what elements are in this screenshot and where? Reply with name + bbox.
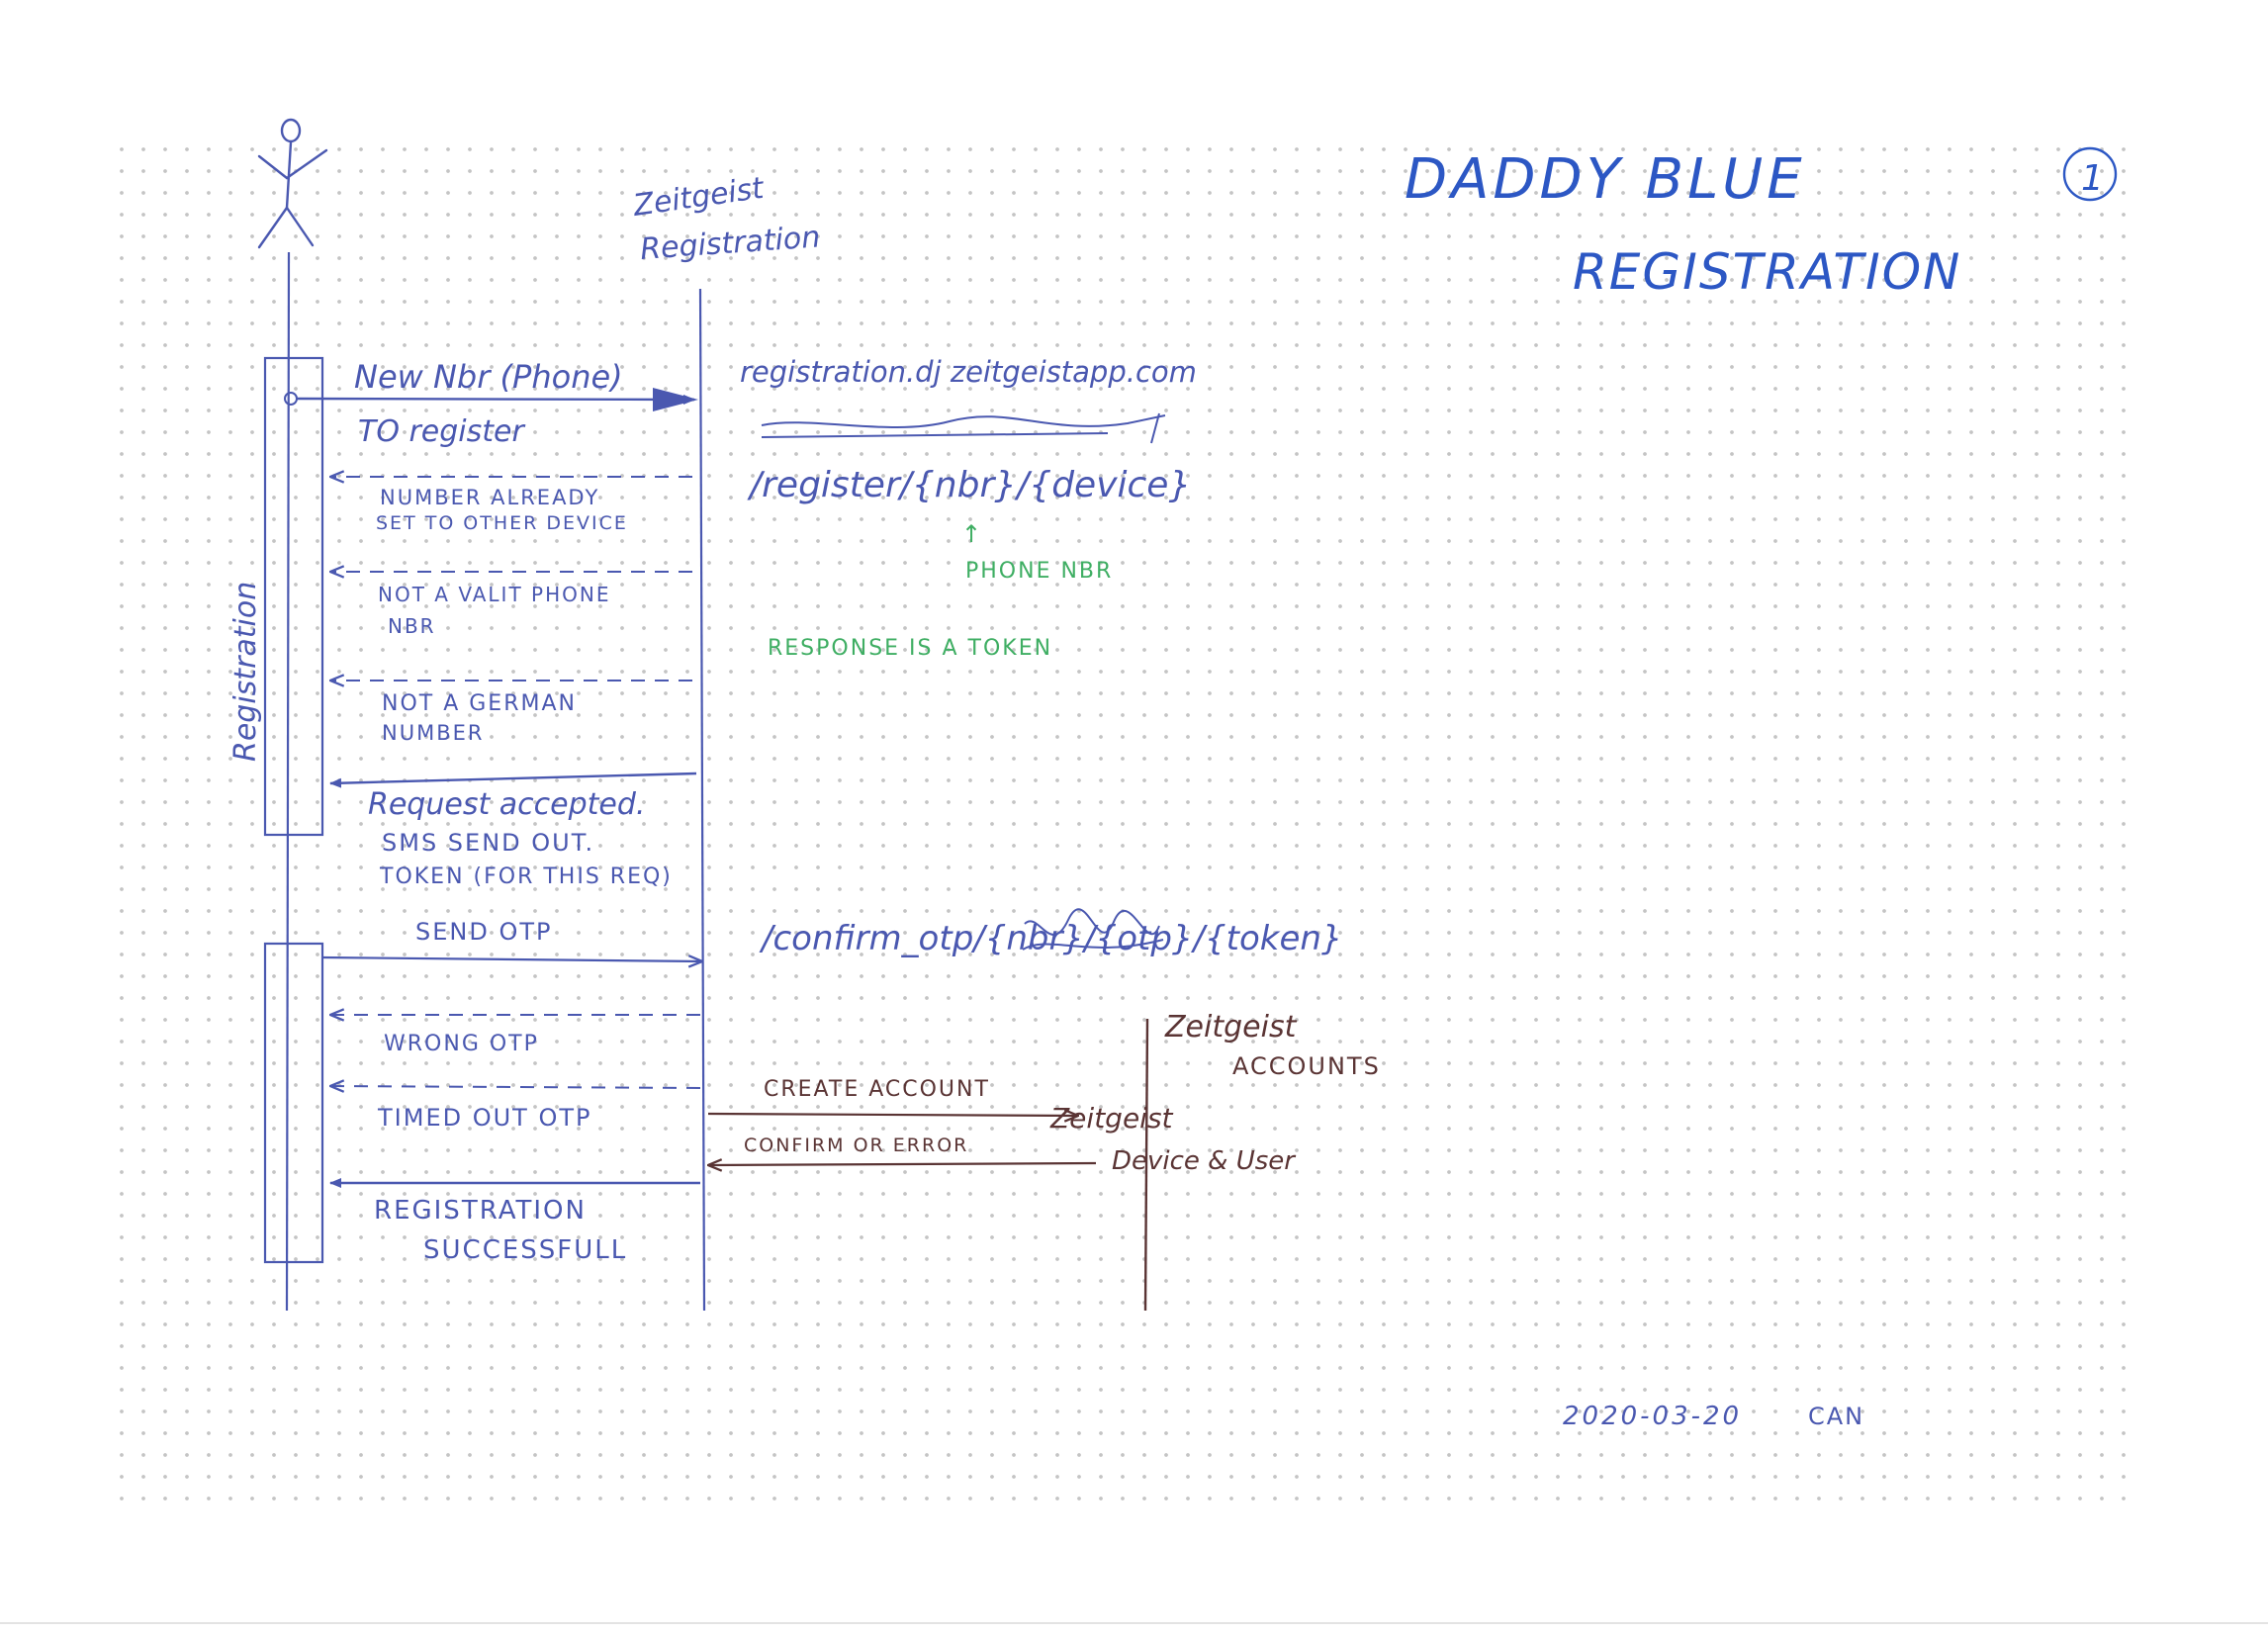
reply-not-german-line1: NOT A GERMAN — [382, 691, 577, 716]
reply-accepted — [329, 772, 697, 788]
message-confirm-error: CONFIRM OR ERROR — [744, 1135, 968, 1156]
arrow-new-nbr — [296, 394, 695, 405]
reply-success-line2: SUCCESSFULL — [423, 1235, 627, 1265]
device-user-label-line1: Zeitgeist — [1049, 1102, 1174, 1135]
reply-accepted-line3: TOKEN (FOR THIS REQ) — [379, 864, 673, 889]
reply-timed-out — [330, 1086, 701, 1088]
activation-label: Registration — [228, 582, 263, 762]
message-origin-dot — [284, 392, 298, 406]
activation-bar-otp — [263, 942, 324, 1264]
footer-author: CAN — [1808, 1403, 1864, 1430]
user-lifeline — [285, 251, 291, 1312]
sequence-diagram: Registration Zeitgeist Registration DADD… — [228, 118, 2118, 1431]
title-line1: DADDY BLUE — [1405, 147, 1806, 212]
accounts-service-label: Zeitgeist — [1164, 1010, 1298, 1045]
reply-wrong-otp-label: WRONG OTP — [384, 1032, 539, 1056]
message-to-register: TO register — [358, 414, 525, 449]
note-register-path: /register/{nbr}/{device} — [747, 465, 1191, 505]
struck-out-path-note — [761, 412, 1166, 444]
note-url: registration.dj zeitgeistapp.com — [740, 355, 1197, 389]
note-confirm-path: /confirm_otp/{nbr}/{otp}/{token} — [759, 919, 1343, 958]
reply-success-line1: REGISTRATION — [374, 1196, 587, 1226]
page-number: 1 — [2081, 158, 2104, 199]
activation-bar-registration — [263, 356, 324, 837]
arrow-create-account — [707, 1114, 1078, 1116]
message-new-nbr: New Nbr (Phone) — [354, 358, 623, 396]
arrow-send-otp — [321, 957, 702, 961]
message-send-otp: SEND OTP — [415, 918, 552, 946]
footer-date: 2020-03-20 — [1563, 1402, 1742, 1431]
title-line2: REGISTRATION — [1573, 243, 1961, 301]
registration-service-label: Zeitgeist — [630, 171, 767, 224]
accounts-service-label-line2: ACCOUNTS — [1232, 1052, 1381, 1080]
user-actor-stick-figure — [257, 118, 328, 249]
reply-accepted-line1: Request accepted. — [368, 787, 645, 822]
reply-already-set-line1: NUMBER ALREADY — [380, 486, 599, 509]
registration-lifeline — [698, 288, 706, 1312]
note-response-token: RESPONSE IS A TOKEN — [768, 636, 1052, 661]
phone-nbr-pointer: ↑ — [961, 520, 981, 548]
reply-not-german-line2: NUMBER — [382, 721, 484, 745]
device-user-label-line2: Device & User — [1112, 1146, 1297, 1176]
reply-accepted-line2: SMS SEND OUT. — [382, 829, 594, 857]
note-phone-nbr: PHONE NBR — [965, 559, 1113, 584]
reply-already-set-line2: SET TO OTHER DEVICE — [376, 512, 628, 534]
arrow-confirm-error — [708, 1163, 1097, 1165]
reply-timed-out-label: TIMED OUT OTP — [377, 1104, 592, 1132]
reply-not-valid-line2: NBR — [388, 614, 436, 638]
reply-not-valid-line1: NOT A VALIT PHONE — [378, 583, 610, 606]
registration-service-label-line2: Registration — [639, 220, 821, 267]
arrow-head-new-nbr — [653, 388, 698, 411]
message-create-account: CREATE ACCOUNT — [764, 1077, 990, 1102]
